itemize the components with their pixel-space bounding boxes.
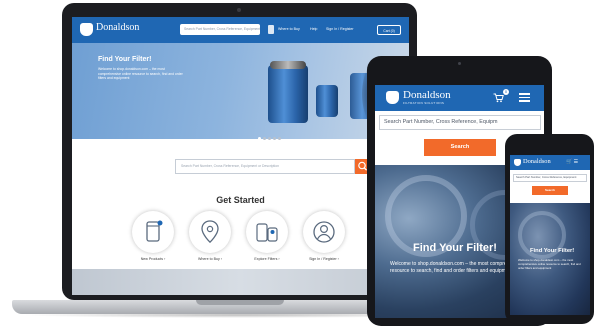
hero-subtitle: Welcome to shop.donaldson.com – the most… — [98, 67, 183, 81]
cart-count-badge: 0 — [503, 89, 509, 95]
phone-header: Donaldson 🛒 ☰ — [510, 155, 590, 170]
carousel-dots[interactable] — [258, 127, 283, 145]
cart-icon[interactable] — [493, 93, 504, 106]
header-bar: Donaldson Search Part Number, Cross Refe… — [72, 17, 409, 43]
carousel-dot[interactable] — [268, 137, 271, 140]
brand-logo-text[interactable]: Donaldson — [403, 89, 451, 101]
quick-link-explore-filters[interactable] — [246, 211, 288, 253]
filter-product-image — [268, 65, 308, 123]
tablet-camera — [458, 62, 461, 65]
nav-link-where-to-buy[interactable]: Where to Buy — [278, 27, 300, 31]
main-search-input[interactable]: Search Part Number, Cross Reference, Equ… — [175, 159, 355, 174]
footer-image-strip — [72, 269, 409, 295]
quick-link-label[interactable]: Sign In / Register › — [299, 257, 349, 261]
phone-search-button[interactable]: Search — [532, 186, 568, 195]
header-search-input[interactable]: Search Part Number, Cross Reference, Equ… — [180, 24, 260, 35]
map-pin-icon — [201, 220, 219, 244]
filters-icon — [256, 223, 278, 242]
filter-small-image — [316, 85, 338, 117]
tablet-hero-title: Find Your Filter! — [413, 242, 497, 254]
search-button-label: Search — [544, 188, 555, 192]
nav-link-help[interactable]: Help — [310, 27, 317, 31]
quick-link-sign-in[interactable] — [303, 211, 345, 253]
phone-screen: Donaldson 🛒 ☰ Search Part Number, Cross … — [510, 155, 590, 315]
phone-search-input[interactable]: Search Part Number, Cross Reference, Equ… — [513, 174, 587, 182]
filter-cap-image — [270, 61, 306, 69]
brand-tagline: FILTRATION SOLUTIONS — [403, 101, 445, 105]
carousel-dot[interactable] — [258, 137, 261, 140]
quick-link-label[interactable]: Where to Buy › — [185, 257, 235, 261]
brand-logo-text[interactable]: Donaldson — [96, 22, 139, 33]
cart-icon-glyph — [493, 93, 504, 103]
tablet-search-input[interactable]: Search Part Number, Cross Reference, Equ… — [379, 115, 541, 130]
hero-title: Find Your Filter! — [98, 56, 152, 63]
laptop-screen: Donaldson Search Part Number, Cross Refe… — [72, 17, 409, 295]
quick-link-where-to-buy[interactable] — [189, 211, 231, 253]
brand-logo-text[interactable]: Donaldson — [523, 158, 551, 165]
laptop-camera — [237, 8, 241, 12]
carousel-dot[interactable] — [263, 137, 266, 140]
hamburger-menu-icon[interactable] — [519, 93, 530, 102]
quick-link-label[interactable]: Explore Filters › — [242, 257, 292, 261]
donaldson-logo-icon[interactable] — [514, 159, 521, 166]
new-products-icon — [146, 220, 163, 242]
phone-hero-title: Find Your Filter! — [530, 248, 575, 254]
quick-link-new-products[interactable] — [132, 211, 174, 253]
donaldson-logo-icon[interactable] — [80, 23, 93, 36]
laptop-notch — [196, 300, 284, 305]
quick-link-label[interactable]: New Products › — [128, 257, 178, 261]
cart-button[interactable]: Cart (0) — [377, 25, 401, 35]
donaldson-logo-icon[interactable] — [386, 91, 399, 104]
carousel-dot[interactable] — [273, 137, 276, 140]
tablet-search-button[interactable]: Search — [424, 139, 496, 156]
nav-link-sign-in[interactable]: Sign In / Register — [326, 27, 354, 31]
user-icon — [313, 221, 335, 243]
phone-hero-subtitle: Welcome to shop.donaldson.com – the most… — [518, 258, 581, 270]
search-button-label: Search — [450, 144, 470, 150]
tablet-header: Donaldson FILTRATION SOLUTIONS 0 — [375, 85, 544, 111]
get-started-heading: Get Started — [216, 195, 265, 205]
carousel-dot[interactable] — [278, 137, 281, 140]
location-icon[interactable] — [268, 25, 274, 34]
phone-header-icons[interactable]: 🛒 ☰ — [566, 159, 578, 165]
